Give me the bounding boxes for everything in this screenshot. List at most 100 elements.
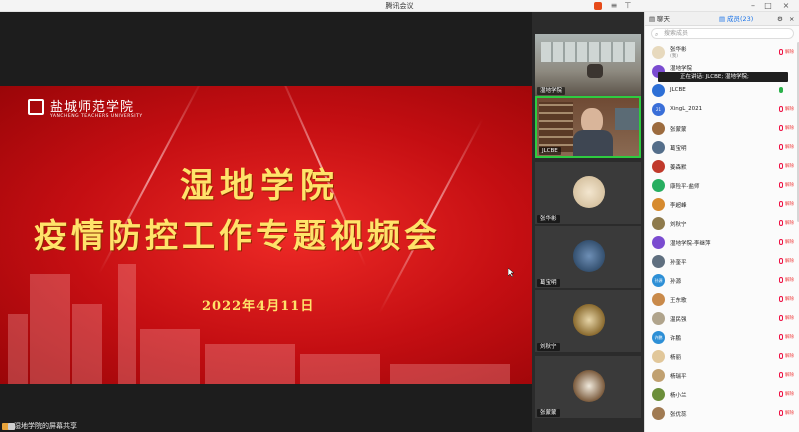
shared-screen-area[interactable]: 盐城师范学院 YANCHENG TEACHERS UNIVERSITY 湿地学院…: [0, 12, 532, 432]
mic-muted-icon[interactable]: [779, 258, 783, 264]
unmute-label[interactable]: 解除: [785, 239, 794, 245]
mic-muted-icon[interactable]: [779, 239, 783, 245]
window-title: 腾讯会议: [385, 2, 414, 10]
unmute-label[interactable]: 解除: [785, 144, 794, 150]
avatar: [573, 176, 605, 208]
member-name: XingL_2021: [670, 106, 703, 112]
list-item[interactable]: 21 XingL_2021 解除: [645, 100, 796, 119]
list-item[interactable]: 孙源 孙源 解除: [645, 271, 796, 290]
mic-muted-icon[interactable]: [779, 410, 783, 416]
member-list: 张华彬 (我) 解除 湿地学院 (主持人, 屏幕共享) JLCBE 21 Xin…: [645, 43, 796, 423]
unmute-label[interactable]: 解除: [785, 315, 794, 321]
unmute-label[interactable]: 解除: [785, 258, 794, 264]
member-name: 杨瑞平: [670, 374, 687, 380]
list-item[interactable]: 湿地学院-李继萍 解除: [645, 233, 796, 252]
mic-muted-icon[interactable]: [779, 163, 783, 169]
list-item[interactable]: 杨小兰 解除: [645, 385, 796, 404]
video-strip: 湿地学院 JLCBE 张华彬 葛宝明 刘秋宁 张蒙蒙: [532, 12, 644, 432]
list-item[interactable]: 孙奎平 解除: [645, 252, 796, 271]
avatar: [573, 304, 605, 336]
list-item[interactable]: 杨瑞平 解除: [645, 366, 796, 385]
maximize-button[interactable]: □: [762, 0, 774, 12]
list-item[interactable]: 王东歌 解除: [645, 290, 796, 309]
video-tile-name: 湿地学院: [537, 87, 566, 95]
list-item[interactable]: 刘秋宁 解除: [645, 214, 796, 233]
list-item[interactable]: 葛宝明 解除: [645, 138, 796, 157]
unmute-label[interactable]: 解除: [785, 182, 794, 188]
mic-muted-icon[interactable]: [779, 391, 783, 397]
mic-muted-icon[interactable]: [779, 277, 783, 283]
settings-icon[interactable]: ⚙: [777, 12, 783, 26]
list-item[interactable]: 李超峰 解除: [645, 195, 796, 214]
mic-muted-icon[interactable]: [779, 334, 783, 340]
mic-muted-icon[interactable]: [779, 372, 783, 378]
avatar: 孙源: [652, 274, 665, 287]
list-item[interactable]: 许鹏 许鹏 解除: [645, 328, 796, 347]
menu-icon[interactable]: ≡: [608, 0, 620, 12]
tab-chat[interactable]: 聊天: [657, 12, 670, 26]
video-tile[interactable]: 葛宝明: [535, 226, 641, 288]
minimize-button[interactable]: –: [747, 0, 759, 12]
unmute-label[interactable]: 解除: [785, 201, 794, 207]
close-button[interactable]: ×: [780, 0, 792, 12]
unmute-label[interactable]: 解除: [785, 49, 794, 55]
close-panel-icon[interactable]: ×: [789, 12, 794, 26]
speaking-tooltip-text: 正在讲话: JLCBE; 湿地学院;: [680, 74, 749, 80]
member-name: 李超峰: [670, 203, 687, 209]
list-item[interactable]: 康险平-盐师 解除: [645, 176, 796, 195]
tab-members[interactable]: 成员(23): [727, 12, 753, 26]
video-tile[interactable]: 张蒙蒙: [535, 356, 641, 418]
pin-icon[interactable]: ⊤: [622, 0, 634, 12]
video-tile[interactable]: 刘秋宁: [535, 290, 641, 352]
members-tab-icon[interactable]: ▤: [719, 12, 725, 26]
mic-muted-icon[interactable]: [779, 201, 783, 207]
avatar: [652, 198, 665, 211]
mic-muted-icon[interactable]: [779, 296, 783, 302]
mic-muted-icon[interactable]: [779, 315, 783, 321]
unmute-label[interactable]: 解除: [785, 163, 794, 169]
unmute-label[interactable]: 解除: [785, 125, 794, 131]
unmute-label[interactable]: 解除: [785, 410, 794, 416]
mic-muted-icon[interactable]: [779, 106, 783, 112]
list-item[interactable]: 张华彬 (我) 解除: [645, 43, 796, 62]
video-tile-speaking[interactable]: JLCBE: [535, 96, 641, 158]
unmute-label[interactable]: 解除: [785, 106, 794, 112]
unmute-label[interactable]: 解除: [785, 296, 794, 302]
unmute-label[interactable]: 解除: [785, 220, 794, 226]
unmute-label[interactable]: 解除: [785, 277, 794, 283]
title-bar: 腾讯会议 ≡ ⊤ – □ ×: [0, 0, 799, 12]
video-tile-name: 刘秋宁: [537, 343, 560, 351]
mic-muted-icon[interactable]: [779, 125, 783, 131]
slide-date: 2022年4月11日: [202, 299, 315, 314]
unmute-label[interactable]: 解除: [785, 334, 794, 340]
mic-muted-icon[interactable]: [779, 353, 783, 359]
mouse-cursor-icon: [508, 268, 515, 278]
video-tile-name: JLCBE: [539, 147, 561, 155]
presentation-slide: 盐城师范学院 YANCHENG TEACHERS UNIVERSITY 湿地学院…: [0, 86, 532, 384]
member-name: 孙奎平: [670, 260, 687, 266]
member-name: 杨丽: [670, 355, 682, 361]
slide-title-line2: 疫情防控工作专题视频会: [34, 216, 441, 255]
mic-active-icon[interactable]: [779, 87, 783, 93]
chat-tab-icon[interactable]: ▤: [649, 12, 655, 26]
video-tile[interactable]: 张华彬: [535, 162, 641, 224]
list-item[interactable]: 张蒙蒙 解除: [645, 119, 796, 138]
list-item[interactable]: 张优蕊 解除: [645, 404, 796, 423]
member-name: 姜森默: [670, 165, 687, 171]
unmute-label[interactable]: 解除: [785, 372, 794, 378]
video-tile[interactable]: 湿地学院: [535, 34, 641, 96]
unmute-label[interactable]: 解除: [785, 391, 794, 397]
unmute-label[interactable]: 解除: [785, 353, 794, 359]
mic-muted-icon[interactable]: [779, 49, 783, 55]
list-item[interactable]: 杨丽 解除: [645, 347, 796, 366]
avatar: [652, 293, 665, 306]
list-item[interactable]: JLCBE: [645, 81, 796, 100]
mic-muted-icon[interactable]: [779, 182, 783, 188]
mic-muted-icon[interactable]: [779, 220, 783, 226]
list-item[interactable]: 姜森默 解除: [645, 157, 796, 176]
member-search-input[interactable]: ⌕ 搜索成员: [651, 28, 794, 39]
avatar: [652, 141, 665, 154]
mic-muted-icon[interactable]: [779, 144, 783, 150]
speaking-tooltip: 正在讲话: JLCBE; 湿地学院;: [658, 72, 788, 82]
list-item[interactable]: 温民强 解除: [645, 309, 796, 328]
